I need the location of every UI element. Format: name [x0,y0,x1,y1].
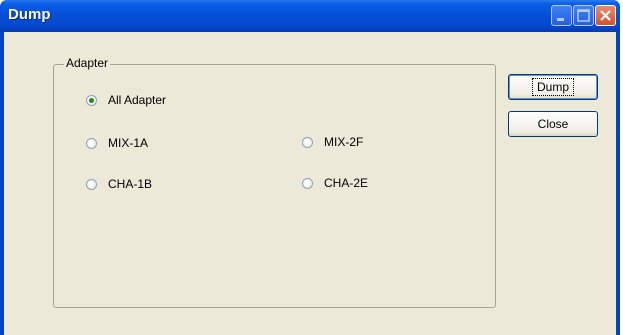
adapter-group-label: Adapter [64,56,111,70]
radio-indicator [86,178,97,190]
dump-button[interactable]: Dump [508,74,598,100]
dump-dialog: Dump Adapter All Adapter MIX-1A MIX-2F C… [0,0,620,335]
minimize-button[interactable] [551,5,572,26]
radio-cha-1b[interactable]: CHA-1B [86,177,152,191]
radio-label: MIX-2F [324,135,364,149]
window-border-right [616,32,620,335]
dump-button-label: Dump [531,78,574,96]
radio-indicator [86,94,97,106]
close-button-label: Close [537,117,569,131]
minimize-icon [557,18,564,21]
radio-mix-1a[interactable]: MIX-1A [86,136,148,150]
radio-all-adapter[interactable]: All Adapter [86,93,166,107]
window-title: Dump [8,6,51,23]
title-bar[interactable]: Dump [0,0,620,32]
radio-mix-2f[interactable]: MIX-2F [302,135,363,149]
radio-label: CHA-2E [324,176,369,190]
close-icon [600,10,611,21]
radio-indicator [302,177,313,189]
radio-label: CHA-1B [108,177,153,191]
radio-indicator [302,136,313,148]
radio-label: MIX-1A [108,136,149,150]
close-window-button[interactable] [595,5,616,26]
close-button[interactable]: Close [508,111,598,137]
radio-indicator [86,137,97,149]
dialog-body: Adapter All Adapter MIX-1A MIX-2F CHA-1B… [4,32,616,335]
maximize-icon [577,9,590,22]
maximize-button[interactable] [573,5,594,26]
radio-label: All Adapter [108,93,167,107]
radio-cha-2e[interactable]: CHA-2E [302,176,368,190]
